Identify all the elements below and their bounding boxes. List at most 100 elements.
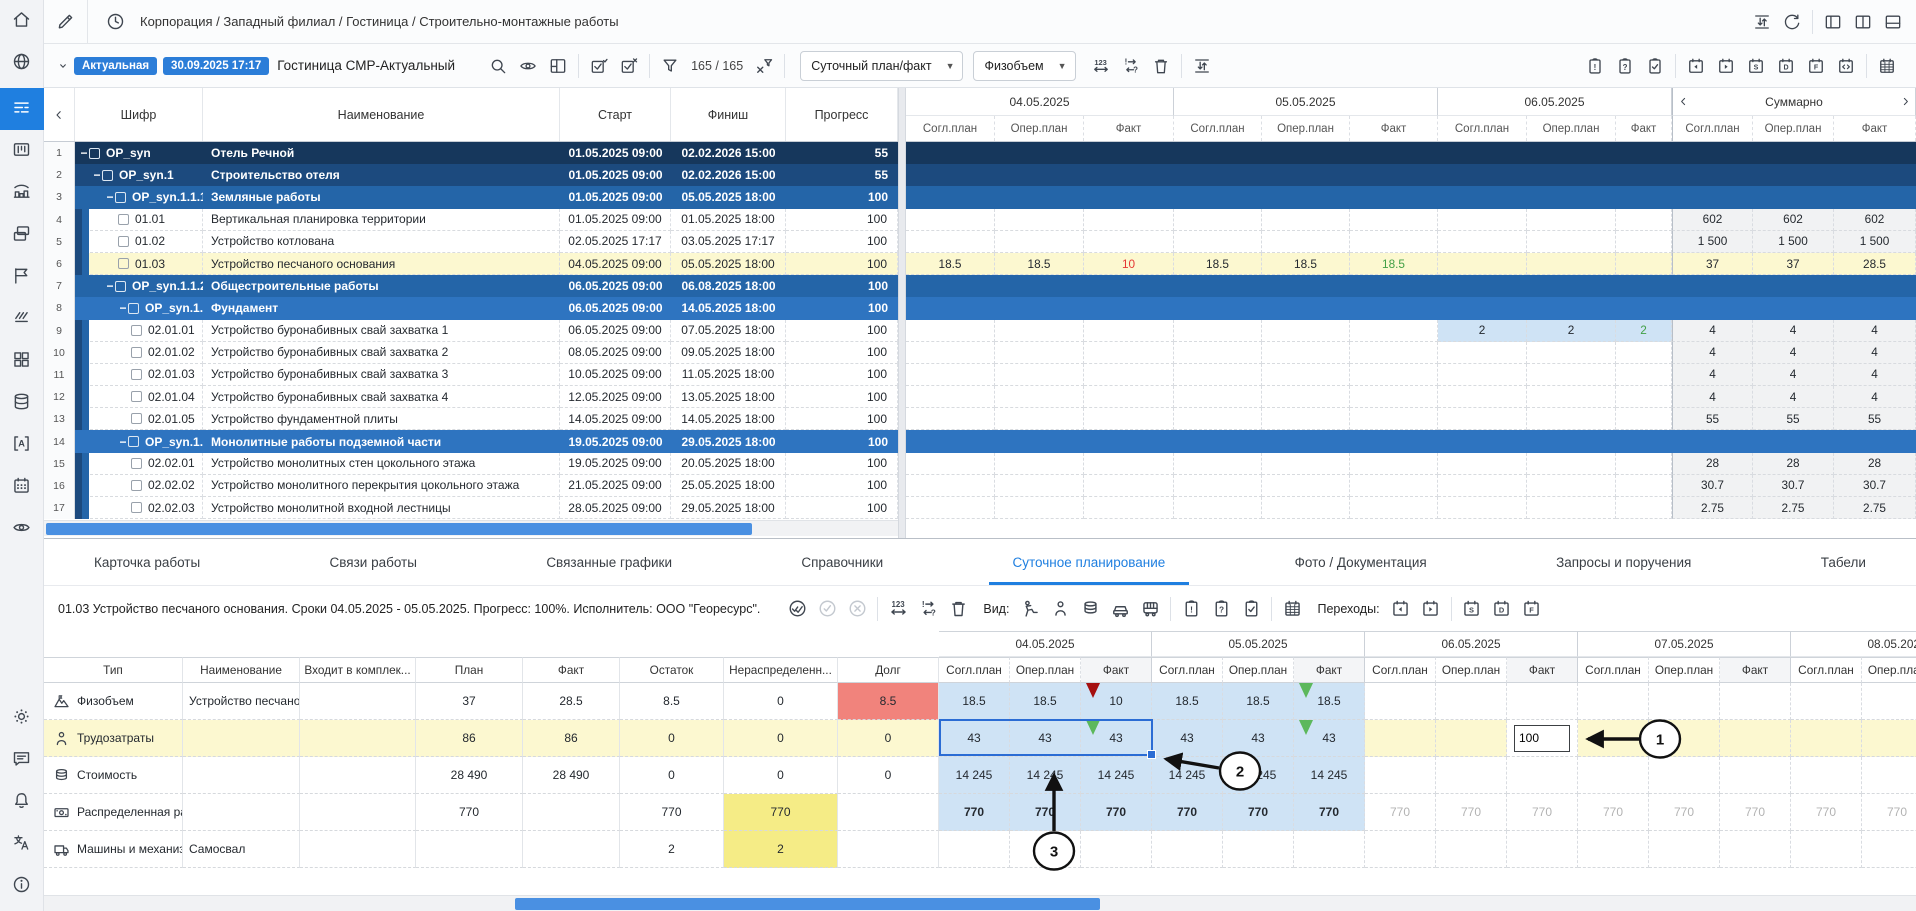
- detail-day-cell[interactable]: [1365, 720, 1436, 757]
- row-checkbox[interactable]: [131, 458, 142, 469]
- work-row[interactable]: 902.01.01Устройство буронабивных свай за…: [44, 320, 898, 342]
- calendar-range-icon[interactable]: [1831, 52, 1861, 80]
- breadcrumb[interactable]: Корпорация / Западный филиал / Гостиница…: [140, 14, 619, 29]
- work-table-hscrollbar[interactable]: [44, 520, 898, 536]
- work-row[interactable]: 1202.01.04Устройство буронабивных свай з…: [44, 386, 898, 408]
- detail-day-cell[interactable]: 18.5: [939, 683, 1010, 720]
- gantt-row[interactable]: [906, 186, 1916, 208]
- filter-icon[interactable]: [655, 52, 685, 80]
- detail-row[interactable]: Трудозатраты8686000434343434343: [44, 720, 1916, 757]
- coins-icon[interactable]: [1075, 595, 1105, 623]
- gantt-row[interactable]: 444: [906, 342, 1916, 364]
- row-checkbox[interactable]: [118, 236, 129, 247]
- detail-day-cell[interactable]: [1365, 757, 1436, 794]
- approve-icon[interactable]: [812, 595, 842, 623]
- detail-day-cell[interactable]: 18.5: [1223, 683, 1294, 720]
- detail-day-cell[interactable]: [1365, 683, 1436, 720]
- detail-day-cell[interactable]: 14 245: [1010, 757, 1081, 794]
- gantt-row[interactable]: [906, 142, 1916, 164]
- sidebar-item-hatch[interactable]: [0, 298, 44, 340]
- detail-row[interactable]: ФизобъемУстройство песчаного3728.58.508.…: [44, 683, 1916, 720]
- detail-day-cell[interactable]: [1578, 683, 1649, 720]
- fill-handle[interactable]: [1147, 750, 1156, 759]
- detail-day-cell[interactable]: [1862, 757, 1916, 794]
- detail-column-header[interactable]: Факт: [523, 657, 620, 683]
- status-badge[interactable]: Актуальная: [74, 57, 157, 75]
- detail-column-header[interactable]: Нераспределенн...: [724, 657, 838, 683]
- sidebar-item-text-a[interactable]: A: [0, 424, 44, 466]
- tree-expander[interactable]: −: [118, 301, 128, 315]
- sidebar-item-calendar[interactable]: [0, 466, 44, 508]
- column-header-code[interactable]: Шифр: [75, 88, 203, 141]
- gantt-row[interactable]: 444: [906, 364, 1916, 386]
- detail-day-cell[interactable]: [1081, 831, 1152, 868]
- detail-day-cell[interactable]: [1436, 831, 1507, 868]
- row-checkbox[interactable]: [131, 369, 142, 380]
- car-icon[interactable]: [1105, 595, 1135, 623]
- detail-day-cell[interactable]: 43: [1294, 720, 1365, 757]
- detail-day-cell[interactable]: [1578, 831, 1649, 868]
- tree-expander[interactable]: −: [118, 435, 128, 449]
- gantt-row[interactable]: 2.752.752.75: [906, 497, 1916, 519]
- work-row[interactable]: 7−OP_syn.1.1.2Общестроительные работы06.…: [44, 275, 898, 297]
- detail-day-cell[interactable]: [1436, 683, 1507, 720]
- detail-day-cell[interactable]: [1649, 683, 1720, 720]
- column-header-start[interactable]: Старт: [560, 88, 671, 141]
- work-row[interactable]: 601.03Устройство песчаного основания04.0…: [44, 253, 898, 275]
- work-row[interactable]: 1502.02.01Устройство монолитных стен цок…: [44, 453, 898, 475]
- work-row[interactable]: 3−OP_syn.1.1.1Земляные работы01.05.2025 …: [44, 186, 898, 208]
- row-checkbox[interactable]: [89, 148, 100, 159]
- tab-6[interactable]: Фото / Документация: [1285, 539, 1437, 585]
- detail-day-cell[interactable]: 770: [1081, 794, 1152, 831]
- detail-day-cell[interactable]: [1649, 720, 1720, 757]
- detail-day-cell[interactable]: 770: [1010, 794, 1081, 831]
- row-checkbox[interactable]: [102, 170, 113, 181]
- layout-columns-icon[interactable]: [1848, 8, 1878, 36]
- tree-expander[interactable]: −: [92, 168, 102, 182]
- detail-day-cell[interactable]: [1507, 720, 1578, 757]
- tab-2[interactable]: Связи работы: [320, 539, 427, 585]
- row-checkbox[interactable]: [131, 502, 142, 513]
- detail-day-cell[interactable]: [939, 831, 1010, 868]
- columns-width-icon[interactable]: 123: [1086, 52, 1116, 80]
- sidebar-item-comment[interactable]: [0, 739, 44, 781]
- tab-3[interactable]: Связанные графики: [536, 539, 682, 585]
- trash-icon[interactable]: [1146, 52, 1176, 80]
- gantt-row[interactable]: 444: [906, 386, 1916, 408]
- gantt-row[interactable]: 555555: [906, 408, 1916, 430]
- version-dropdown-chevron-icon[interactable]: [52, 52, 74, 80]
- calendar-d-icon[interactable]: D: [1487, 595, 1517, 623]
- detail-day-cell[interactable]: [1862, 831, 1916, 868]
- gantt-row[interactable]: 602602602: [906, 209, 1916, 231]
- collapse-panel-button[interactable]: [44, 88, 75, 141]
- tab-4[interactable]: Справочники: [791, 539, 893, 585]
- reject-icon[interactable]: [842, 595, 872, 623]
- gantt-row[interactable]: 18.518.51018.518.518.5373728.5: [906, 253, 1916, 275]
- detail-day-cell[interactable]: 18.5: [1294, 683, 1365, 720]
- detail-day-cell[interactable]: [1507, 757, 1578, 794]
- detail-day-cell[interactable]: 770: [1720, 794, 1791, 831]
- columns-width-icon[interactable]: 123: [883, 595, 913, 623]
- detail-day-cell[interactable]: [1720, 757, 1791, 794]
- detail-day-cell[interactable]: [1649, 757, 1720, 794]
- detail-day-cell[interactable]: 770: [939, 794, 1010, 831]
- tab-7[interactable]: Запросы и поручения: [1546, 539, 1701, 585]
- tree-expander[interactable]: −: [105, 190, 115, 204]
- gantt-row[interactable]: [906, 275, 1916, 297]
- gantt-row[interactable]: [906, 164, 1916, 186]
- sidebar-item-home[interactable]: [0, 0, 44, 42]
- tab-8[interactable]: Табели: [1811, 539, 1876, 585]
- layout-left-icon[interactable]: [1818, 8, 1848, 36]
- calendar-s-icon[interactable]: S: [1741, 52, 1771, 80]
- row-checkbox[interactable]: [131, 325, 142, 336]
- eye-icon[interactable]: [513, 52, 543, 80]
- panel-splitter[interactable]: [898, 88, 906, 538]
- column-header-progress[interactable]: Прогресс: [786, 88, 898, 141]
- column-header-name[interactable]: Наименование: [203, 88, 560, 141]
- detail-day-cell[interactable]: [1791, 720, 1862, 757]
- detail-day-cell[interactable]: [1578, 757, 1649, 794]
- sidebar-item-gantt[interactable]: [0, 88, 44, 130]
- tree-expander[interactable]: −: [105, 279, 115, 293]
- detail-day-cell[interactable]: [1862, 720, 1916, 757]
- view-mode-dropdown[interactable]: Суточный план/факт▼: [800, 51, 963, 81]
